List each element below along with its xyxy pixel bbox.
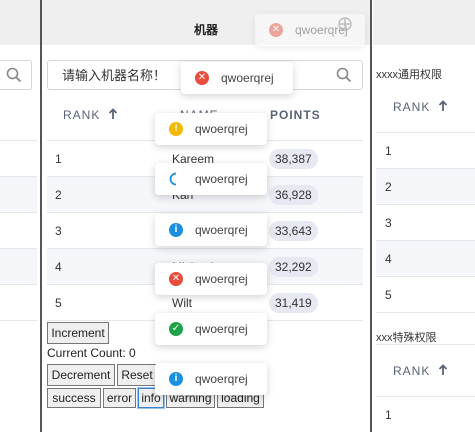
table-row[interactable]: 1 [376, 132, 475, 168]
info-icon: i [169, 223, 183, 237]
table-row[interactable]: 2 [376, 168, 475, 204]
search-icon[interactable] [336, 67, 352, 83]
table-row [0, 248, 37, 284]
points-badge: 38,387 [269, 149, 318, 169]
loading-spinner-icon [169, 172, 177, 186]
rank-cell: 5 [385, 288, 392, 302]
table-row [0, 176, 37, 212]
rank-cell: 1 [385, 408, 392, 422]
toast-text: qwoerqrej [195, 223, 248, 237]
toast-message[interactable]: i qwoerqrej [155, 214, 267, 246]
current-count-text: Current Count: 0 [47, 346, 136, 360]
column-header-rank[interactable]: RANK [393, 92, 448, 122]
toast-message[interactable]: ✓ qwoerqrej [155, 313, 267, 345]
section-title: xxxx通用权限 [376, 69, 442, 81]
table-row[interactable]: 5 [376, 276, 475, 313]
toast-message[interactable]: ! qwoerqrej [155, 113, 267, 145]
error-icon: ✕ [169, 272, 183, 286]
error-icon: ✕ [269, 23, 283, 37]
table-row [0, 140, 37, 176]
warning-icon: ! [169, 122, 183, 136]
rank-cell: 4 [55, 260, 62, 274]
toast-text: qwoerqrej [195, 122, 248, 136]
panel-divider [40, 0, 42, 432]
cursor-crosshair-icon [338, 17, 352, 31]
toast-message[interactable]: ✕ qwoerqrej [155, 263, 267, 295]
column-header-points[interactable]: POINTS [270, 100, 321, 130]
success-button[interactable]: success [47, 388, 101, 408]
table-row [0, 212, 37, 248]
toast-message[interactable]: i qwoerqrej [155, 363, 267, 395]
toast-text: qwoerqrej [195, 272, 248, 286]
column-header-label: RANK [63, 108, 101, 122]
rank-cell: 2 [385, 180, 392, 194]
toast-message[interactable]: ✕ qwoerqrej [255, 14, 365, 46]
toast-text: qwoerqrej [221, 71, 274, 85]
rank-cell: 1 [385, 144, 392, 158]
info-icon: i [169, 372, 183, 386]
points-badge: 31,419 [269, 293, 318, 313]
table-row [0, 284, 37, 321]
toast-text: qwoerqrej [195, 172, 248, 186]
rank-cell: 3 [385, 216, 392, 230]
search-icon[interactable] [6, 67, 22, 83]
column-header-label: RANK [393, 100, 431, 114]
table-row[interactable]: 4 [376, 240, 475, 276]
increment-button[interactable]: Increment [47, 322, 109, 344]
reset-button[interactable]: Reset [117, 364, 157, 386]
rank-cell: 1 [55, 152, 62, 166]
divider [376, 344, 475, 345]
column-header-label: RANK [393, 364, 431, 378]
toast-text: qwoerqrej [195, 322, 248, 336]
rank-cell: 2 [55, 188, 62, 202]
table-row[interactable]: 1 [376, 396, 475, 432]
column-header-rank[interactable]: RANK [393, 356, 448, 386]
toast-message[interactable]: qwoerqrej [155, 163, 267, 195]
right-panel-header [373, 0, 475, 45]
section-title: xxx特殊权限 [376, 332, 437, 344]
left-search-input[interactable] [0, 60, 32, 90]
error-icon: ✕ [195, 71, 209, 85]
sort-arrow-up-icon [438, 364, 447, 375]
column-header-rank[interactable]: RANK [63, 100, 118, 130]
sort-arrow-up-icon [438, 100, 447, 111]
left-panel-header [0, 0, 40, 45]
rank-cell: 4 [385, 252, 392, 266]
error-button[interactable]: error [103, 388, 136, 408]
sort-arrow-up-icon [108, 108, 117, 119]
toast-message[interactable]: ✕ qwoerqrej [181, 62, 293, 94]
panel-divider [370, 0, 372, 432]
points-badge: 32,292 [269, 257, 318, 277]
toast-text: qwoerqrej [195, 372, 248, 386]
rank-cell: 5 [55, 296, 62, 310]
table-row[interactable]: 3 [376, 204, 475, 240]
rank-cell: 3 [55, 224, 62, 238]
points-badge: 36,928 [269, 185, 318, 205]
points-badge: 33,643 [269, 221, 318, 241]
success-check-icon: ✓ [169, 322, 183, 336]
decrement-button[interactable]: Decrement [47, 364, 115, 386]
